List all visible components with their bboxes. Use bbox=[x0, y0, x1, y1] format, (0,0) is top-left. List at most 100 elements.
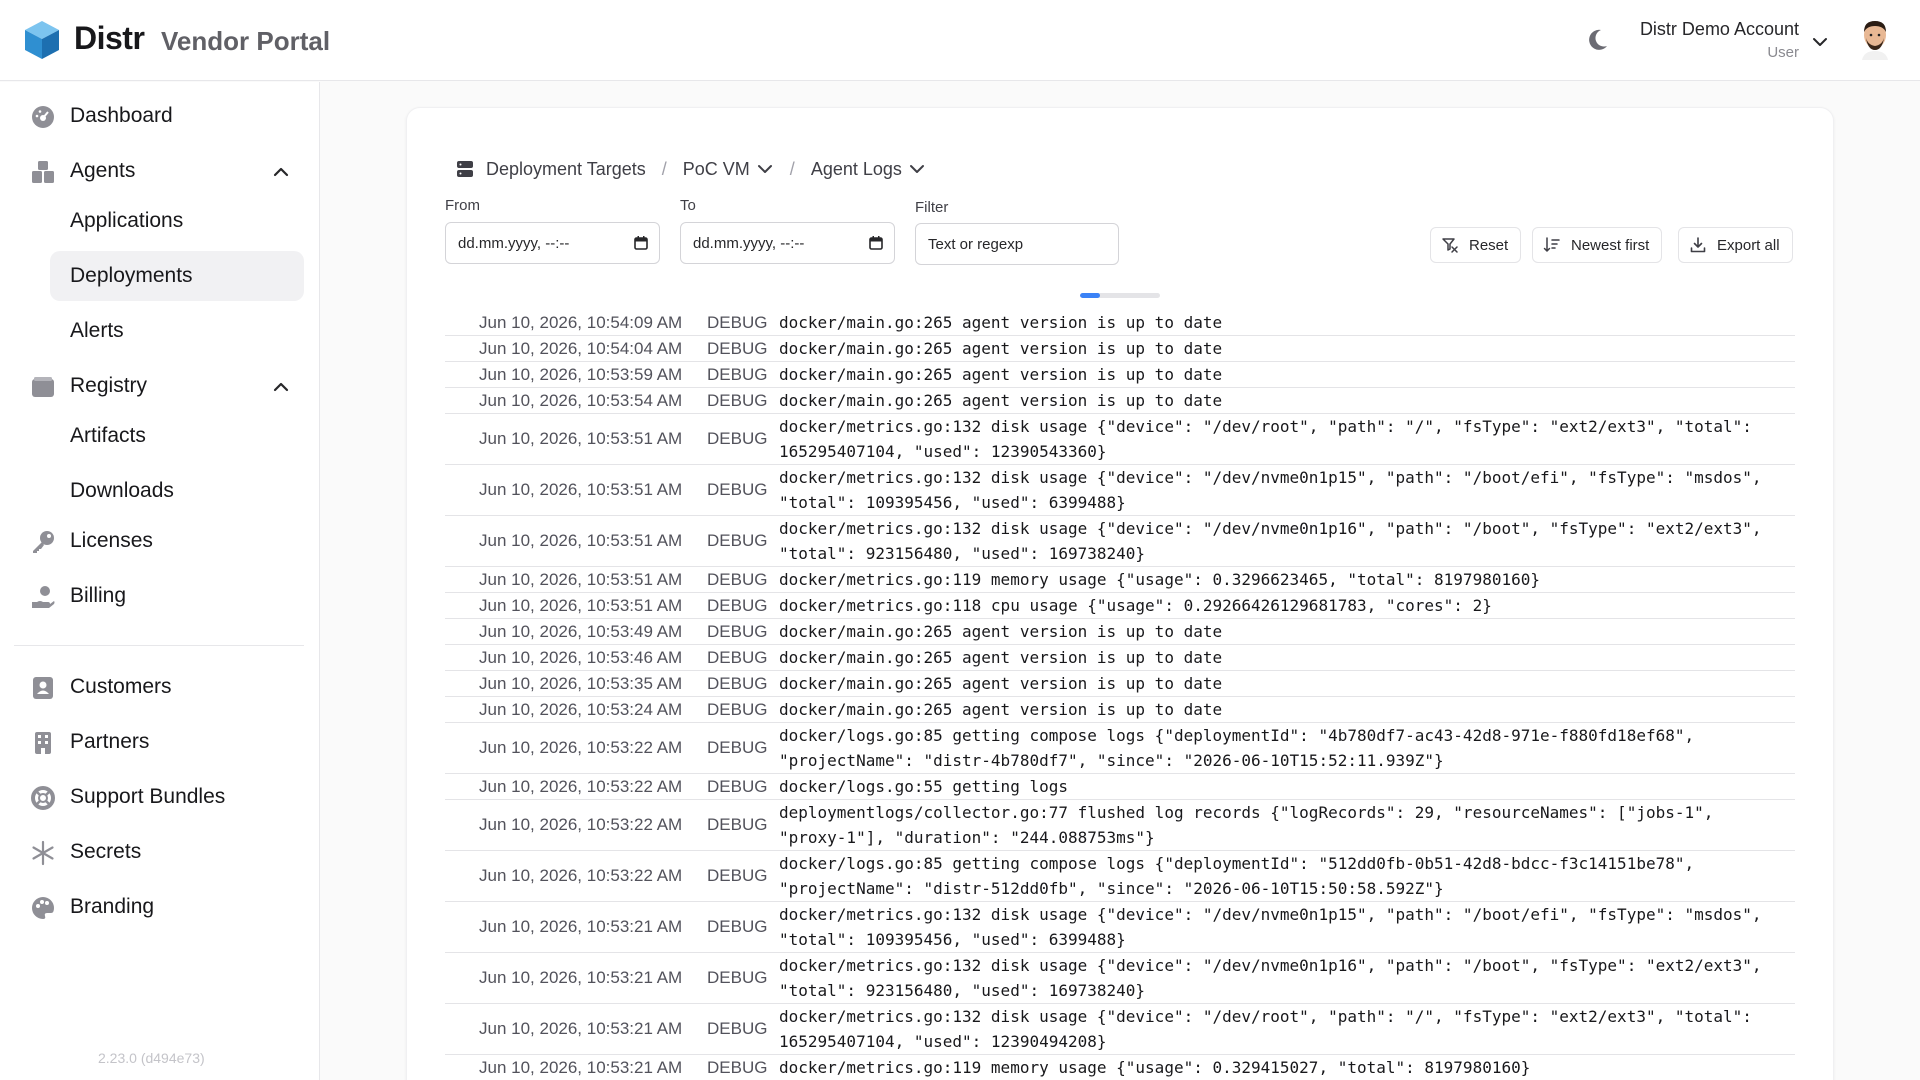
log-row: Jun 10, 2026, 10:53:21 AM DEBUG docker/met… bbox=[445, 902, 1795, 953]
log-row: Jun 10, 2026, 10:53:51 AM DEBUG docker/met… bbox=[445, 516, 1795, 567]
breadcrumb-agent-logs[interactable]: Agent Logs bbox=[811, 159, 902, 180]
sidebar-item-billing[interactable]: Billing bbox=[14, 571, 304, 621]
sidebar-item-secrets[interactable]: Secrets bbox=[14, 827, 304, 877]
distr-logo-icon[interactable] bbox=[23, 19, 61, 61]
sidebar-item-artifacts[interactable]: Artifacts bbox=[50, 411, 304, 461]
from-label: From bbox=[445, 197, 480, 214]
log-row: Jun 10, 2026, 10:54:04 AM DEBUG docker/mai… bbox=[445, 336, 1795, 362]
chevron-up-icon[interactable] bbox=[270, 376, 292, 398]
sidebar-item-agents[interactable]: Agents bbox=[14, 146, 304, 196]
log-row: Jun 10, 2026, 10:53:21 AM DEBUG docker/met… bbox=[445, 1004, 1795, 1055]
account-role: User bbox=[1767, 44, 1799, 61]
log-timestamp: Jun 10, 2026, 10:53:51 AM bbox=[479, 480, 683, 499]
log-message: docker/metrics.go:132 disk usage {"devic… bbox=[779, 905, 1772, 949]
sidebar-item-support-bundles[interactable]: Support Bundles bbox=[14, 772, 304, 822]
breadcrumb-target[interactable]: PoC VM bbox=[683, 159, 750, 180]
log-level: DEBUG bbox=[707, 917, 768, 936]
log-timestamp: Jun 10, 2026, 10:53:51 AM bbox=[479, 595, 683, 615]
breadcrumb-separator: / bbox=[789, 158, 795, 179]
download-icon bbox=[1690, 237, 1706, 253]
sidebar-item-dashboard[interactable]: Dashboard bbox=[14, 91, 304, 141]
sidebar-item-registry[interactable]: Registry bbox=[14, 361, 304, 411]
filter-input[interactable]: Text or regexp bbox=[915, 223, 1119, 265]
log-timestamp: Jun 10, 2026, 10:53:22 AM bbox=[479, 866, 683, 885]
moon-icon[interactable] bbox=[1584, 27, 1610, 53]
log-message: docker/main.go:265 agent version is up t… bbox=[779, 390, 1223, 410]
log-row: Jun 10, 2026, 10:53:21 AM DEBUG docker/met… bbox=[445, 953, 1795, 1004]
log-message: docker/metrics.go:118 cpu usage {"usage"… bbox=[779, 595, 1492, 615]
log-timestamp: Jun 10, 2026, 10:53:22 AM bbox=[479, 738, 683, 757]
log-timestamp: Jun 10, 2026, 10:53:22 AM bbox=[479, 776, 683, 796]
log-row: Jun 10, 2026, 10:53:51 AM DEBUG docker/met… bbox=[445, 567, 1795, 593]
log-message: docker/main.go:265 agent version is up t… bbox=[779, 338, 1223, 358]
log-level: DEBUG bbox=[707, 1019, 768, 1038]
sort-descending-icon bbox=[1543, 237, 1560, 252]
log-message: docker/metrics.go:132 disk usage {"devic… bbox=[779, 468, 1772, 512]
log-message: deploymentlogs/collector.go:77 flushed l… bbox=[779, 803, 1724, 847]
partners-icon bbox=[35, 732, 51, 754]
registry-icon bbox=[32, 377, 54, 397]
sidebar-item-label: Licenses bbox=[70, 529, 153, 552]
sidebar-item-label: Partners bbox=[70, 730, 150, 753]
log-table: Jun 10, 2026, 10:54:09 AM DEBUG docker/mai… bbox=[445, 310, 1795, 1080]
sidebar-item-label: Registry bbox=[70, 374, 148, 397]
chevron-down-icon[interactable] bbox=[908, 160, 926, 178]
top-header: Distr Vendor Portal Distr Demo Account U… bbox=[0, 0, 1920, 81]
brand-name[interactable]: Distr bbox=[74, 20, 145, 57]
customers-icon bbox=[33, 677, 53, 699]
log-timestamp: Jun 10, 2026, 10:54:09 AM bbox=[479, 312, 683, 332]
log-level: DEBUG bbox=[707, 480, 768, 499]
log-level: DEBUG bbox=[707, 595, 768, 615]
to-datetime-value: dd.mm.yyyy, --:-- bbox=[693, 234, 805, 252]
log-level: DEBUG bbox=[707, 390, 768, 410]
sort-order-button[interactable]: Newest first bbox=[1532, 227, 1663, 263]
log-message: docker/main.go:265 agent version is up t… bbox=[779, 364, 1223, 384]
chevron-down-icon[interactable] bbox=[756, 160, 774, 178]
export-all-button[interactable]: Export all bbox=[1678, 227, 1793, 263]
to-datetime-input[interactable]: dd.mm.yyyy, --:-- bbox=[680, 222, 895, 264]
log-row: Jun 10, 2026, 10:53:35 AM DEBUG docker/mai… bbox=[445, 671, 1795, 697]
sidebar-item-customers[interactable]: Customers bbox=[14, 662, 304, 712]
sidebar-item-licenses[interactable]: Licenses bbox=[14, 516, 304, 566]
sidebar-item-downloads[interactable]: Downloads bbox=[50, 466, 304, 516]
from-datetime-value: dd.mm.yyyy, --:-- bbox=[458, 234, 570, 252]
server-icon bbox=[457, 161, 473, 177]
log-timestamp: Jun 10, 2026, 10:53:59 AM bbox=[479, 364, 683, 384]
breadcrumb-separator: / bbox=[661, 158, 667, 179]
log-message: docker/main.go:265 agent version is up t… bbox=[779, 312, 1223, 332]
calendar-icon[interactable] bbox=[868, 235, 884, 251]
sidebar-item-branding[interactable]: Branding bbox=[14, 882, 304, 932]
sidebar-item-deployments[interactable]: Deployments bbox=[50, 251, 304, 301]
reset-button[interactable]: Reset bbox=[1430, 227, 1522, 263]
log-message: docker/main.go:265 agent version is up t… bbox=[779, 699, 1223, 719]
avatar[interactable] bbox=[1858, 18, 1892, 60]
log-message: docker/main.go:265 agent version is up t… bbox=[779, 673, 1223, 693]
chevron-down-icon[interactable] bbox=[1810, 32, 1830, 52]
filter-placeholder: Text or regexp bbox=[928, 235, 1024, 253]
from-datetime-input[interactable]: dd.mm.yyyy, --:-- bbox=[445, 222, 660, 264]
log-message: docker/logs.go:85 getting compose logs {… bbox=[779, 854, 1704, 898]
breadcrumb-deployment-targets[interactable]: Deployment Targets bbox=[486, 159, 646, 180]
log-message: docker/metrics.go:132 disk usage {"devic… bbox=[779, 519, 1772, 563]
sidebar-item-alerts[interactable]: Alerts bbox=[50, 306, 304, 356]
portal-title: Vendor Portal bbox=[161, 26, 331, 56]
account-menu[interactable]: Distr Demo Account User bbox=[1640, 19, 1799, 61]
sidebar-item-applications[interactable]: Applications bbox=[50, 196, 304, 246]
log-message: docker/metrics.go:132 disk usage {"devic… bbox=[779, 956, 1772, 1000]
breadcrumb: Deployment Targets / PoC VM / Agent Logs bbox=[456, 156, 926, 182]
log-message: docker/metrics.go:119 memory usage {"usa… bbox=[779, 1057, 1531, 1077]
palette-icon bbox=[32, 897, 54, 919]
log-row: Jun 10, 2026, 10:53:22 AM DEBUG docker/log… bbox=[445, 774, 1795, 800]
log-level: DEBUG bbox=[707, 531, 768, 550]
account-name: Distr Demo Account bbox=[1639, 19, 1799, 39]
log-row: Jun 10, 2026, 10:53:51 AM DEBUG docker/met… bbox=[445, 465, 1795, 516]
sidebar-item-partners[interactable]: Partners bbox=[14, 717, 304, 767]
log-row: Jun 10, 2026, 10:53:24 AM DEBUG docker/mai… bbox=[445, 697, 1795, 723]
chevron-up-icon[interactable] bbox=[270, 161, 292, 183]
log-row: Jun 10, 2026, 10:53:51 AM DEBUG docker/met… bbox=[445, 593, 1795, 619]
log-message: docker/main.go:265 agent version is up t… bbox=[779, 647, 1223, 667]
log-row: Jun 10, 2026, 10:53:21 AM DEBUG docker/met… bbox=[445, 1055, 1795, 1080]
calendar-icon[interactable] bbox=[633, 235, 649, 251]
log-level: DEBUG bbox=[707, 738, 768, 757]
log-level: DEBUG bbox=[707, 866, 768, 885]
